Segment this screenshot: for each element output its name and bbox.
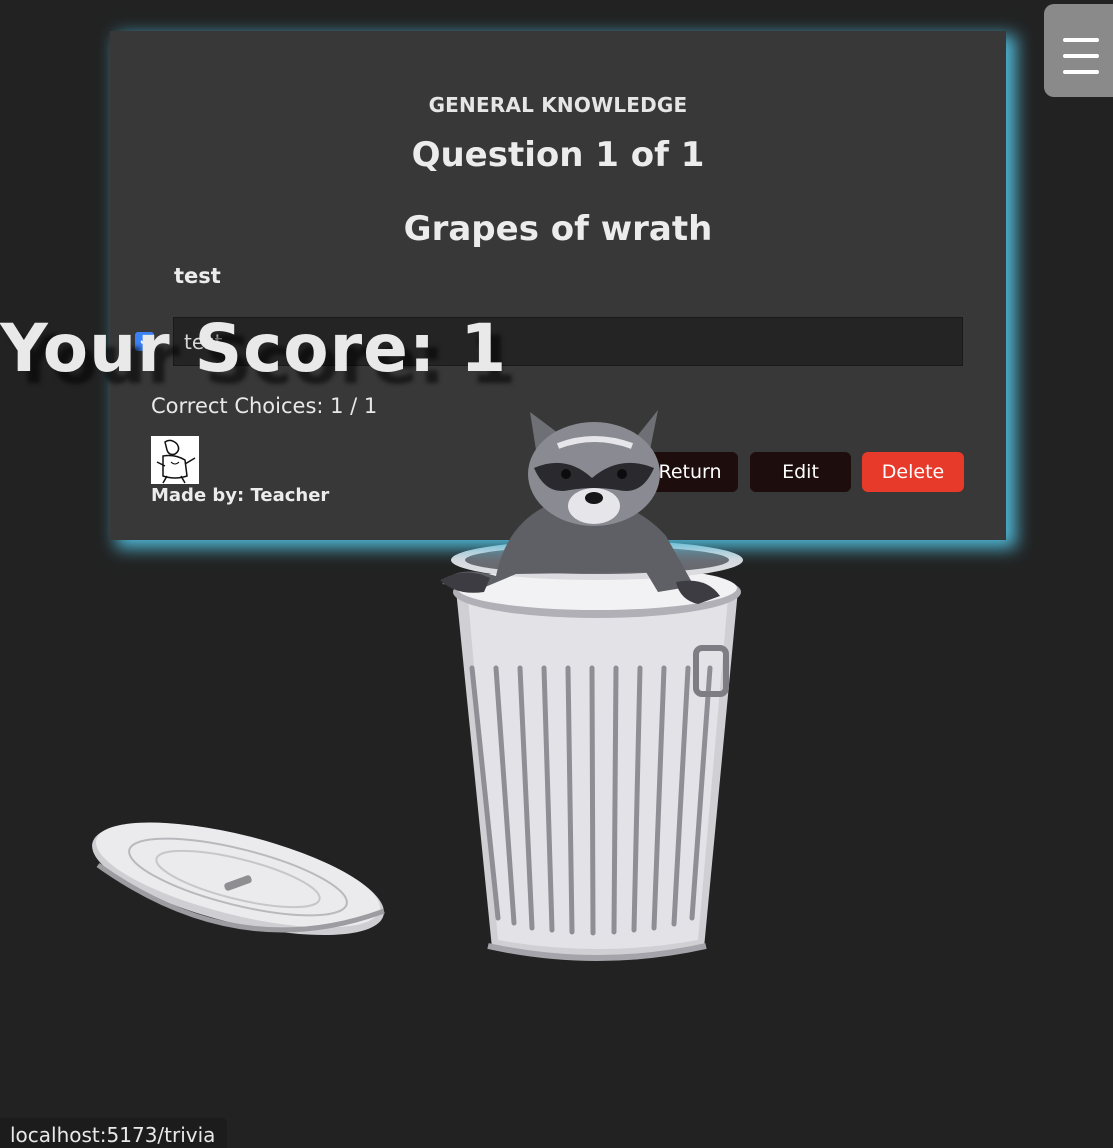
status-bar-url: localhost:5173/trivia — [0, 1118, 228, 1148]
raccoon-image — [440, 410, 720, 604]
menu-bar-bottom — [1063, 70, 1099, 74]
question-counter: Question 1 of 1 — [411, 135, 705, 175]
menu-bar-top — [1063, 38, 1099, 42]
correct-choices: Correct Choices: 1 / 1 — [151, 394, 378, 418]
hamburger-menu-icon[interactable] — [1044, 4, 1113, 97]
question-title: Grapes of wrath — [403, 209, 713, 249]
question-prompt: test — [174, 264, 221, 288]
menu-bar-middle — [1063, 54, 1099, 58]
avatar-sketch-icon — [156, 439, 196, 484]
edit-button[interactable]: Edit — [750, 452, 851, 492]
author-label: Made by: Teacher — [151, 485, 330, 506]
page: GENERAL KNOWLEDGE Question 1 of 1 Grapes… — [0, 0, 1113, 1148]
delete-button[interactable]: Delete — [862, 452, 964, 492]
score-banner: Your Score: 1 — [0, 310, 508, 387]
category-title: GENERAL KNOWLEDGE — [428, 93, 688, 117]
avatar — [151, 436, 199, 484]
trash-lid-image — [92, 822, 385, 936]
